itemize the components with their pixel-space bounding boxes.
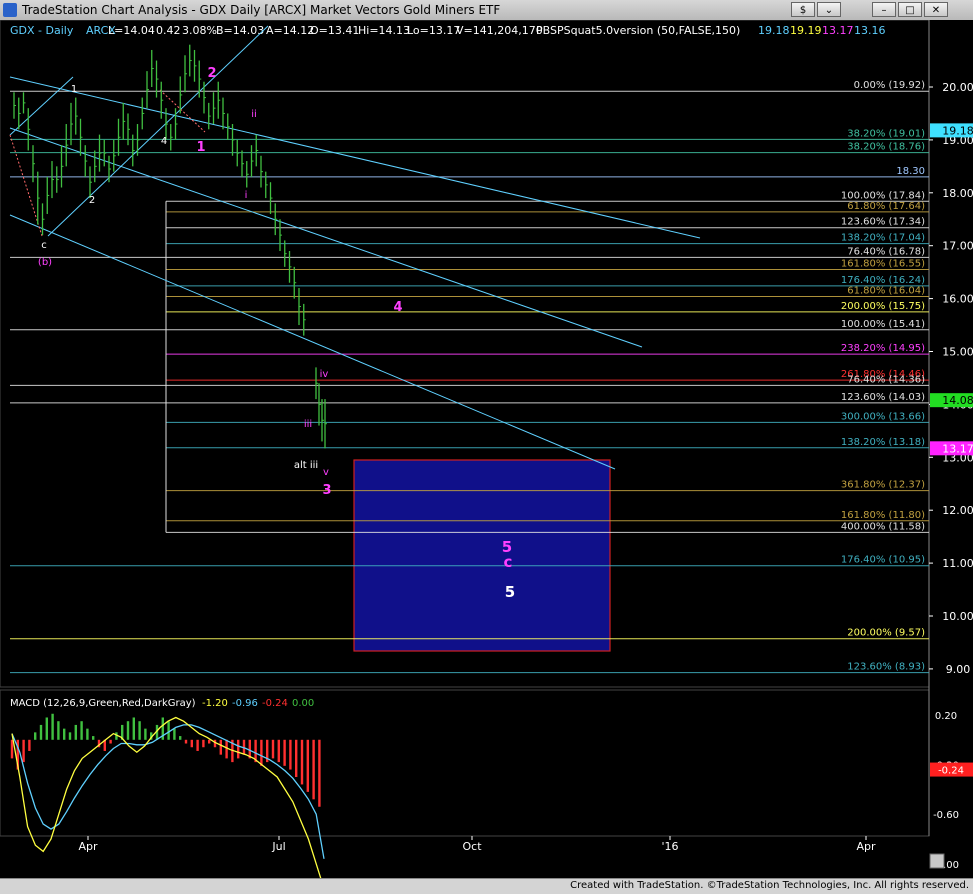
close-button[interactable]: ✕ <box>924 2 948 17</box>
price-axis-label: 20.00 <box>942 81 973 94</box>
indicator-label: PBSPSquat5.0version (50,FALSE,150) <box>536 24 740 37</box>
fib-level-label: 38.20% (19.01) <box>847 128 925 139</box>
symbol-button[interactable]: $ <box>791 2 815 17</box>
fib-level-label: 176.40% (16.24) <box>841 275 925 286</box>
wave-label: 4 <box>161 136 167 147</box>
scroll-button[interactable] <box>929 853 945 869</box>
copyright-text: Created with TradeStation. ©TradeStation… <box>570 880 969 891</box>
price-chart[interactable]: GDX - Daily ARCXL=14.04 0.42 3.08% B=14.03 A=… <box>0 20 973 878</box>
fib-level-label: 138.20% (17.04) <box>841 233 925 244</box>
indicator-value: 13.17 <box>822 24 854 37</box>
fib-level-label: 138.20% (13.18) <box>841 437 925 448</box>
macd-value: -0.24 <box>262 698 288 709</box>
wave-label: c <box>41 240 47 251</box>
maximize-button[interactable]: □ <box>898 2 922 17</box>
window-title: TradeStation Chart Analysis - GDX Daily … <box>22 3 501 17</box>
change-value: 0.42 <box>156 24 181 37</box>
indicator-value: 13.16 <box>854 24 886 37</box>
fib-level-label: 300.00% (13.66) <box>841 411 925 422</box>
low-price: Lo=13.17 <box>407 24 460 37</box>
price-marker-label: 19.18 <box>942 124 973 137</box>
macd-marker-label: -0.24 <box>938 766 964 777</box>
price-axis-label: 11.00 <box>942 557 973 570</box>
fib-level-label: 18.30 <box>896 166 925 177</box>
wave-label: 4 <box>393 300 402 315</box>
wave-label: alt iii <box>294 460 318 471</box>
fib-level-label: 38.20% (18.76) <box>847 142 925 153</box>
fib-level-label: 0.00% (19.92) <box>854 80 925 91</box>
date-axis-label: Jul <box>271 840 285 853</box>
window-titlebar: TradeStation Chart Analysis - GDX Daily … <box>0 0 973 21</box>
fib-level-label: 100.00% (17.84) <box>841 190 925 201</box>
indicator-value: 19.18 <box>758 24 790 37</box>
fib-level-label: 161.80% (11.80) <box>841 510 925 521</box>
fib-level-label: 200.00% (9.57) <box>847 628 925 639</box>
wave-label: 2 <box>207 66 216 81</box>
fib-level-label: 61.80% (17.64) <box>847 201 925 212</box>
fib-level-label: 61.80% (16.04) <box>847 285 925 296</box>
fib-level-label: 176.40% (10.95) <box>841 555 925 566</box>
fib-level-label: 200.00% (15.75) <box>841 301 925 312</box>
price-axis-label: 10.00 <box>942 610 973 623</box>
status-bar: Created with TradeStation. ©TradeStation… <box>0 878 973 894</box>
ask-price: A=14.12 <box>266 24 314 37</box>
wave-label: 2 <box>89 195 95 206</box>
wave-label: iv <box>320 369 329 380</box>
fib-level-label: 400.00% (11.58) <box>841 521 925 532</box>
date-axis-label: Apr <box>856 840 876 853</box>
price-axis-label: 18.00 <box>942 187 973 200</box>
macd-value: 0.00 <box>292 698 314 709</box>
macd-axis-label: 0.20 <box>935 711 957 722</box>
price-axis-label: 16.00 <box>942 293 973 306</box>
macd-value: -0.96 <box>232 698 258 709</box>
indicator-value: 19.19 <box>790 24 822 37</box>
macd-value: -1.20 <box>202 698 228 709</box>
wave-label: iii <box>304 419 312 430</box>
wave-label: v <box>323 467 329 478</box>
fib-level-label: 123.60% (14.03) <box>841 392 925 403</box>
high-price: Hi=14.13 <box>358 24 410 37</box>
chart-area[interactable]: GDX - Daily ARCX L=14.04 0.42 3.08% B=14.03 A=… <box>0 20 973 878</box>
fib-level-label: 238.20% (14.95) <box>841 343 925 354</box>
minimize-button[interactable]: – <box>872 2 896 17</box>
fib-level-label: 76.40% (14.36) <box>847 374 925 385</box>
open-price: O=13.41 <box>310 24 359 37</box>
price-axis-label: 15.00 <box>942 346 973 359</box>
change-percent: 3.08% <box>182 24 217 37</box>
macd-label: MACD (12,26,9,Green,Red,DarkGray) <box>10 698 196 709</box>
macd-panel <box>0 689 930 837</box>
last-price: L=14.04 <box>108 24 155 37</box>
wave-label: 5 <box>505 583 515 601</box>
target-zone-box <box>353 459 611 652</box>
price-axis-label: 17.00 <box>942 240 973 253</box>
volume: V=141,204,170 <box>456 24 543 37</box>
wave-label: 1 <box>196 140 205 155</box>
tradestation-app-icon <box>3 3 17 17</box>
fib-level-label: 123.60% (8.93) <box>847 662 925 673</box>
price-axis-label: 12.00 <box>942 504 973 517</box>
price-marker-label: 14.08 <box>942 394 973 407</box>
symbol-label: GDX - Daily <box>10 24 74 37</box>
fib-level-label: 100.00% (15.41) <box>841 319 925 330</box>
wave-label: i <box>245 190 248 201</box>
bid-price: B=14.03 <box>216 24 264 37</box>
date-axis-label: Apr <box>78 840 98 853</box>
fib-level-label: 361.80% (12.37) <box>841 480 925 491</box>
fib-level-label: 76.40% (16.78) <box>847 246 925 257</box>
date-axis-label: '16 <box>661 840 678 853</box>
macd-axis-label: -0.60 <box>933 810 959 821</box>
wave-label: 3 <box>322 483 331 498</box>
wave-label: 1 <box>71 84 77 95</box>
dropdown-button[interactable]: ⌄ <box>817 2 841 17</box>
price-marker-label: 13.17 <box>942 442 973 455</box>
price-axis-label: 9.00 <box>946 663 971 676</box>
fib-level-label: 123.60% (17.34) <box>841 217 925 228</box>
date-axis-label: Oct <box>462 840 482 853</box>
fib-level-label: 161.80% (16.55) <box>841 259 925 270</box>
wave-label: ii <box>251 109 257 120</box>
wave-label: (b) <box>38 257 52 268</box>
wave-label: c <box>504 553 513 571</box>
